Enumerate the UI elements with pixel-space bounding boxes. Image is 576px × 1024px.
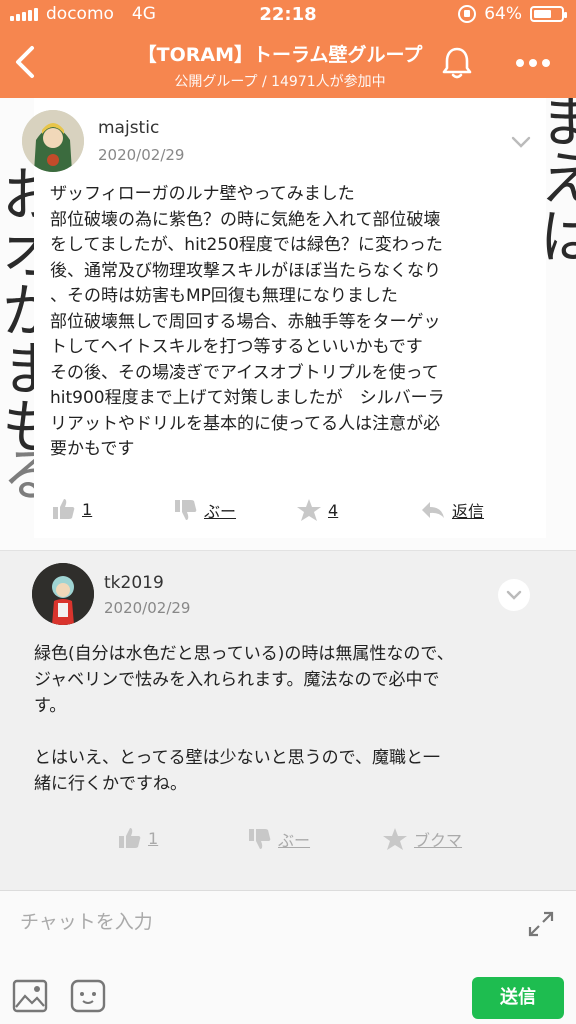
chevron-down-icon bbox=[511, 136, 531, 148]
battery-percent: 64% bbox=[484, 4, 522, 24]
boo-label: ぶー bbox=[278, 831, 311, 850]
post-author[interactable]: tk2019 bbox=[104, 573, 164, 593]
post-line: 、その時は妨害もMP回復も無理になりました bbox=[50, 286, 398, 306]
orientation-lock-icon bbox=[458, 5, 477, 23]
chat-composer: チャットを入力 送信 bbox=[0, 890, 576, 1024]
more-dots-icon bbox=[516, 59, 550, 67]
boo-button[interactable]: ぶー bbox=[174, 498, 236, 522]
image-attach-button[interactable] bbox=[12, 979, 48, 1013]
post-author[interactable]: majstic bbox=[98, 118, 159, 138]
post-line: ザッフィローガのルナ壁やってみました bbox=[50, 184, 355, 204]
back-button[interactable] bbox=[8, 42, 44, 82]
group-title-area[interactable]: 【TORAM】トーラム壁グループ 公開グループ / 14971人が参加中 bbox=[90, 40, 470, 91]
star-button[interactable]: 4 bbox=[296, 498, 338, 522]
star-icon bbox=[383, 828, 407, 850]
thumbs-down-icon bbox=[175, 500, 197, 520]
expand-button[interactable] bbox=[524, 907, 558, 941]
post-line: 部位破壊の為に紫色？の時に気絶を入れて部位破壊 bbox=[50, 209, 441, 230]
post-line: 緑色(自分は水色だと思っている)の時は無属性なので、 bbox=[34, 644, 454, 664]
post-line: 部位破壊無しで周回する場合、赤触手等をターゲッ bbox=[50, 311, 441, 332]
boo-label: ぶー bbox=[204, 502, 237, 521]
reply-button[interactable]: 返信 bbox=[420, 498, 484, 522]
star-count: 4 bbox=[328, 500, 339, 520]
emoji-face-icon bbox=[70, 979, 106, 1013]
thumbs-up-icon bbox=[53, 499, 75, 519]
avatar[interactable] bbox=[32, 563, 94, 625]
expand-arrows-icon bbox=[528, 911, 554, 937]
post-body: ザッフィローガのルナ壁やってみました 部位破壊の為に紫色？の時に気絶を入れて部位… bbox=[50, 182, 445, 463]
sticker-button[interactable] bbox=[70, 979, 106, 1013]
status-bar: docomo 4G 22:18 64% bbox=[0, 0, 576, 30]
chevron-left-icon bbox=[16, 46, 34, 78]
post-line-blank bbox=[34, 719, 454, 745]
post-body: 緑色(自分は水色だと思っている)の時は無属性なので、 ジャベリンで怯みを入れられ… bbox=[34, 641, 454, 797]
chat-input[interactable]: チャットを入力 bbox=[20, 907, 153, 934]
battery-icon bbox=[530, 6, 567, 22]
avatar[interactable] bbox=[22, 110, 84, 172]
thumbs-down-icon bbox=[249, 829, 271, 849]
post-line: 後、通常及び物理攻撃スキルがほぼ当たらなくなり bbox=[50, 260, 441, 281]
reply-arrow-icon bbox=[422, 502, 444, 518]
post-line: す。 bbox=[34, 696, 67, 716]
reply-label: 返信 bbox=[452, 502, 485, 521]
post-line: 緒に行くかですね。 bbox=[34, 774, 187, 794]
like-button[interactable]: 1 bbox=[118, 827, 158, 849]
star-icon bbox=[297, 499, 321, 521]
chevron-down-icon bbox=[506, 590, 522, 600]
post-line: ジャベリンで怯みを入れられます。魔法なので必中で bbox=[34, 670, 440, 690]
bookmark-label: ブクマ bbox=[414, 831, 463, 850]
post-date: 2020/02/29 bbox=[98, 146, 185, 164]
group-title: 【TORAM】トーラム壁グループ bbox=[137, 44, 423, 66]
boo-button[interactable]: ぶー bbox=[248, 827, 310, 851]
post-line: とはいえ、とってる壁は少ないと思うので、魔職と一 bbox=[34, 748, 440, 768]
like-count: 1 bbox=[148, 828, 159, 848]
send-button[interactable]: 送信 bbox=[472, 977, 564, 1019]
post-line: をしてましたが、hit250程度では緑色？に変わった bbox=[50, 235, 443, 255]
like-button[interactable]: 1 bbox=[52, 498, 92, 520]
post-line: トしてヘイトスキルを打つ等するといいかもです bbox=[50, 337, 423, 357]
post-line: 要かもです bbox=[50, 439, 135, 459]
like-count: 1 bbox=[82, 499, 93, 519]
post-line: リアットやドリルを基本的に使ってる人は注意が必 bbox=[50, 413, 441, 434]
avatar-image-icon bbox=[22, 110, 84, 172]
image-icon bbox=[12, 979, 48, 1013]
reply-card: tk2019 2020/02/29 緑色(自分は水色だと思っている)の時は無属性… bbox=[0, 550, 576, 890]
more-menu-button[interactable] bbox=[510, 48, 556, 78]
bookmark-button[interactable]: ブクマ bbox=[382, 827, 462, 851]
thumbs-up-icon bbox=[119, 828, 141, 848]
post-menu-button[interactable] bbox=[510, 134, 532, 153]
post-menu-button[interactable] bbox=[498, 579, 530, 611]
post-line: その後、その場凌ぎでアイスオブトリプルを使って bbox=[50, 362, 439, 383]
group-subtitle: 公開グループ / 14971人が参加中 bbox=[174, 74, 386, 90]
post-date: 2020/02/29 bbox=[104, 599, 191, 617]
post-line: hit900程度まで上げて対策しましたが シルバーラ bbox=[50, 388, 445, 408]
app-header: docomo 4G 22:18 64% 【TORAM】トーラム壁グループ 公開グ… bbox=[0, 0, 576, 98]
notification-button[interactable] bbox=[438, 44, 476, 82]
bell-icon bbox=[442, 47, 472, 79]
post-card: majstic 2020/02/29 ザッフィローガのルナ壁やってみました 部位… bbox=[22, 98, 546, 538]
avatar-image-icon bbox=[32, 563, 94, 625]
